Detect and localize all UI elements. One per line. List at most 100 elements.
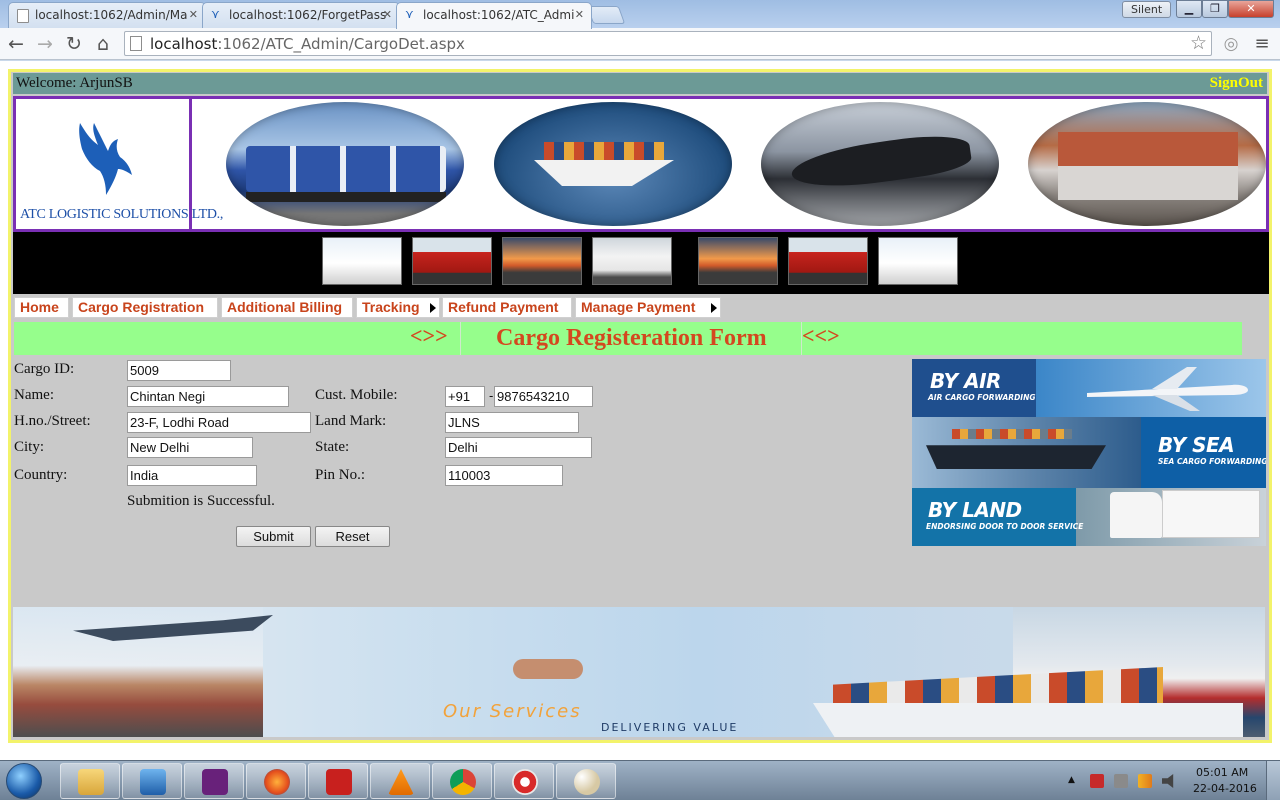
chrome-icon [450,769,476,795]
mobile-code-field[interactable]: +91 [445,386,485,407]
signout-link[interactable]: SignOut [1210,75,1263,92]
our-services-banner: Our Services DELIVERING VALUE [13,607,1265,737]
by-air-title: BY AIR [930,369,1001,393]
red-truck-thumb [788,237,868,285]
landmark-label: Land Mark: [315,413,387,429]
city-field[interactable]: New Delhi [127,437,253,458]
chrome-taskbar-button[interactable] [432,763,492,799]
red-truck-thumb [412,237,492,285]
clock-time[interactable]: 05:01 AM [1196,766,1248,779]
bookmark-star-icon[interactable]: ☆ [1190,32,1207,54]
country-label: Country: [14,467,68,483]
browser-tab-3[interactable]: ⋎ localhost:1062/ATC_Admi ✕ [396,2,592,29]
menu-tracking[interactable]: Tracking [356,297,440,318]
close-icon[interactable]: ✕ [189,8,198,21]
ship-image [494,102,732,226]
tab-title: localhost:1062/ForgetPass [229,8,387,22]
menu-cargo-registration[interactable]: Cargo Registration [72,297,218,318]
pin-field[interactable]: 110003 [445,465,563,486]
explorer-taskbar-button[interactable] [60,763,120,799]
truck-icon [1110,492,1162,538]
name-label: Name: [14,387,54,403]
profile-button[interactable]: Silent [1122,1,1172,18]
status-message: Submition is Successful. [127,493,275,509]
form-title-bar: <>> Cargo Registeration Form <<> [14,322,1242,355]
by-land-subtitle: ENDORSING DOOR TO DOOR SERVICE [926,522,1084,531]
menu-refund-payment[interactable]: Refund Payment [442,297,572,318]
airplane-icon [1087,367,1248,411]
extension-icon[interactable]: ◎ [1219,32,1243,56]
paint-taskbar-button[interactable] [556,763,616,799]
url-text[interactable]: localhost:1062/ATC_Admin/CargoDet.aspx [150,35,465,53]
minimize-button[interactable]: ▁ [1176,0,1202,18]
welcome-text: Welcome: ArjunSB [16,75,133,91]
new-tab-button[interactable] [586,6,626,24]
visual-studio-taskbar-button[interactable] [184,763,244,799]
mobile-separator: - [489,388,494,403]
mobile-field[interactable]: 9876543210 [494,386,593,407]
vlc-icon [388,769,414,795]
start-button[interactable] [6,763,42,799]
show-desktop-button[interactable] [1266,761,1280,800]
sunset-truck-thumb [502,237,582,285]
flag-icon[interactable] [1090,774,1104,788]
pin-label: Pin No.: [315,467,366,483]
page-icon [130,36,142,51]
browser-tab-2[interactable]: ⋎ localhost:1062/ForgetPass ✕ [202,2,400,28]
acrobat-taskbar-button[interactable] [308,763,368,799]
services-side-banner: BY AIR AIR CARGO FORWARDING BY SEA SEA C… [912,359,1266,546]
tab-title: localhost:1062/ATC_Admi [423,8,575,22]
home-icon[interactable]: ⌂ [91,32,115,56]
menu-icon[interactable]: ≡ [1250,32,1274,56]
tray-expand-icon[interactable]: ▲ [1068,775,1075,785]
back-arrow-icon[interactable]: ← [4,32,28,56]
submenu-arrow-icon [430,303,436,313]
reset-button[interactable]: Reset [315,526,390,547]
ccleaner-taskbar-button[interactable] [494,763,554,799]
ccleaner-icon [512,769,538,795]
folder-icon [78,769,104,795]
submit-button[interactable]: Submit [236,526,311,547]
country-field[interactable]: India [127,465,257,486]
paint-icon [574,769,600,795]
plane-image [761,102,999,226]
firefox-taskbar-button[interactable] [246,763,306,799]
air-cargo-thumb [878,237,958,285]
address-bar[interactable]: localhost:1062/ATC_Admin/CargoDet.aspx ☆ [124,31,1212,56]
close-window-button[interactable]: ✕ [1228,0,1274,18]
forward-arrow-icon[interactable]: → [33,32,57,56]
reload-icon[interactable]: ↻ [62,32,86,56]
device-icon[interactable] [1114,774,1128,788]
state-field[interactable]: Delhi [445,437,592,458]
name-field[interactable]: Chintan Negi [127,386,289,407]
volume-icon[interactable] [1162,774,1174,788]
form-title: Cargo Registeration Form [496,325,767,351]
visual-studio-icon [202,769,228,795]
network-icon[interactable] [1138,774,1152,788]
by-land-panel: BY LAND ENDORSING DOOR TO DOOR SERVICE [912,488,1266,546]
pdf-icon [326,769,352,795]
street-field[interactable]: 23-F, Lodhi Road [127,412,311,433]
eagle-icon: ⋎ [211,7,220,21]
menu-home[interactable]: Home [14,297,69,318]
header-banner: ATC LOGISTIC SOLUTIONS LTD., [13,96,1269,232]
maximize-button[interactable]: ❐ [1202,0,1228,18]
media-player-taskbar-button[interactable] [122,763,182,799]
windows-taskbar: ▲ 05:01 AM 22-04-2016 [0,760,1280,800]
close-icon[interactable]: ✕ [575,8,584,21]
company-logo: ATC LOGISTIC SOLUTIONS LTD., [16,99,223,229]
train-image [1028,102,1266,226]
menu-additional-billing[interactable]: Additional Billing [221,297,353,318]
close-icon[interactable]: ✕ [383,8,392,21]
by-air-panel: BY AIR AIR CARGO FORWARDING [912,359,1266,417]
firefox-icon [264,769,290,795]
landmark-field[interactable]: JLNS [445,412,579,433]
clock-date[interactable]: 22-04-2016 [1193,782,1257,795]
vlc-taskbar-button[interactable] [370,763,430,799]
cargo-id-field[interactable]: 5009 [127,360,231,381]
menu-manage-payment[interactable]: Manage Payment [575,297,721,318]
mobile-label: Cust. Mobile: [315,387,398,403]
by-sea-title: BY SEA [1158,433,1235,457]
browser-toolbar: ← → ↻ ⌂ localhost:1062/ATC_Admin/CargoDe… [0,28,1280,60]
browser-tab-1[interactable]: localhost:1062/Admin/Ma ✕ [8,2,206,28]
